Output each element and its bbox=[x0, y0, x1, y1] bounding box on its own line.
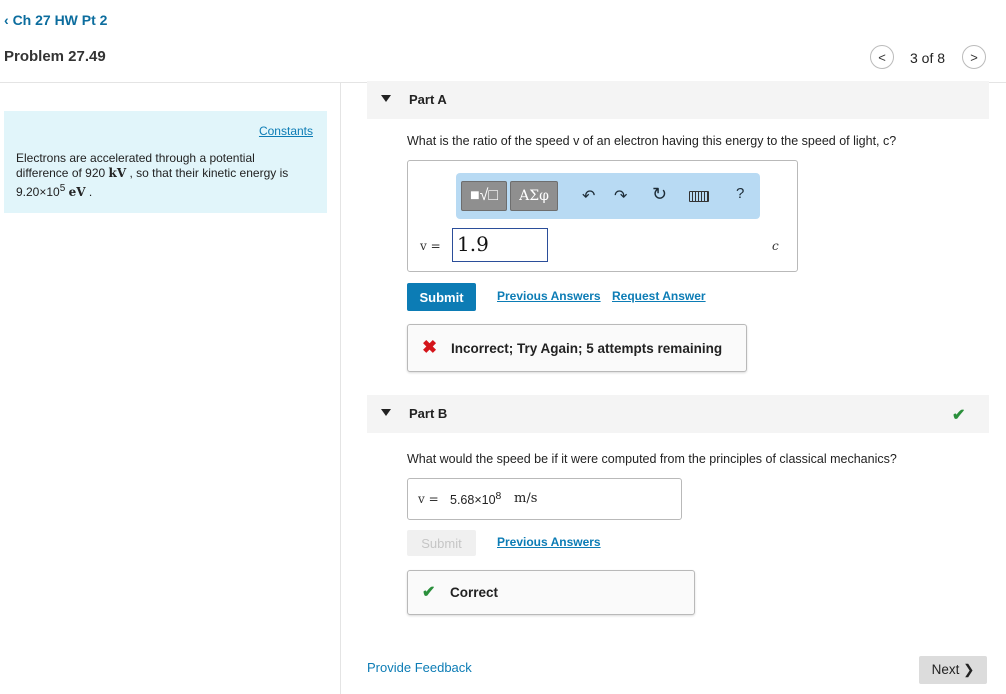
problem-title: Problem 27.49 bbox=[4, 48, 106, 65]
checkmark-icon: ✔ bbox=[422, 584, 436, 601]
undo-icon[interactable]: ↶ bbox=[582, 186, 595, 206]
answer-value: 5.68×108 bbox=[450, 491, 501, 507]
request-answer-link[interactable]: Request Answer bbox=[612, 289, 706, 303]
answer-exponent: 8 bbox=[495, 491, 502, 502]
chevron-right-icon: > bbox=[970, 49, 978, 65]
unit-label: m/s bbox=[514, 491, 538, 506]
submit-button[interactable]: Submit bbox=[407, 283, 476, 311]
keyboard-icon[interactable] bbox=[689, 191, 709, 202]
unit-label: c bbox=[772, 239, 779, 253]
greek-icon: ΑΣφ bbox=[519, 188, 549, 204]
provide-feedback-link[interactable]: Provide Feedback bbox=[367, 660, 472, 675]
incorrect-feedback: ✖ Incorrect; Try Again; 5 attempts remai… bbox=[407, 324, 747, 372]
divider bbox=[340, 83, 341, 694]
back-link-label: Ch 27 HW Pt 2 bbox=[12, 12, 108, 28]
chevron-left-icon: ‹ bbox=[4, 12, 9, 28]
constants-link[interactable]: Constants bbox=[259, 124, 313, 138]
part-b-header[interactable]: Part B bbox=[367, 395, 989, 433]
caret-down-icon bbox=[381, 409, 391, 416]
energy-exponent: 5 bbox=[59, 183, 66, 194]
part-b-question: What would the speed be if it were compu… bbox=[407, 452, 897, 466]
problem-text-line: difference of 920 bbox=[16, 166, 106, 180]
period: . bbox=[88, 185, 93, 199]
reset-icon[interactable]: ↻ bbox=[652, 184, 667, 205]
checkmark-icon: ✔ bbox=[952, 407, 966, 424]
part-b-answer-box: v = 5.68×108 m/s bbox=[407, 478, 682, 520]
part-b-title: Part B bbox=[409, 406, 448, 421]
problem-statement: Electrons are accelerated through a pote… bbox=[16, 151, 321, 200]
page-counter: 3 of 8 bbox=[910, 50, 946, 66]
unit-kv: kV bbox=[108, 166, 127, 180]
redo-icon[interactable]: ↷ bbox=[614, 186, 627, 206]
submit-button-disabled: Submit bbox=[407, 530, 476, 556]
previous-problem-button[interactable]: < bbox=[870, 45, 894, 69]
feedback-text: Correct bbox=[450, 585, 499, 600]
part-a-title: Part A bbox=[409, 92, 447, 107]
answer-input[interactable]: 1.9 bbox=[452, 228, 548, 262]
templates-button[interactable]: ■√□ bbox=[461, 181, 507, 211]
part-a-header[interactable]: Part A bbox=[367, 81, 989, 119]
variable-label: v = bbox=[418, 492, 439, 506]
back-link[interactable]: ‹ Ch 27 HW Pt 2 bbox=[4, 12, 107, 28]
math-toolbar: ■√□ ΑΣφ ↶ ↷ ↻ ? bbox=[456, 173, 760, 219]
constants-panel: Constants Electrons are accelerated thro… bbox=[4, 111, 327, 213]
templates-icon: ■√□ bbox=[469, 187, 499, 204]
part-a-answer-box: ■√□ ΑΣφ ↶ ↷ ↻ ? v = 1.9 c bbox=[407, 160, 798, 272]
next-problem-button[interactable]: > bbox=[962, 45, 986, 69]
problem-text-line: , so that their kinetic energy is bbox=[129, 166, 289, 180]
previous-answers-link[interactable]: Previous Answers bbox=[497, 289, 601, 303]
variable-label: v = bbox=[420, 239, 441, 253]
problem-text-line: Electrons are accelerated through a pote… bbox=[16, 151, 255, 165]
previous-answers-link[interactable]: Previous Answers bbox=[497, 535, 601, 549]
greek-symbols-button[interactable]: ΑΣφ bbox=[510, 181, 558, 211]
answer-mantissa: 5.68×10 bbox=[450, 493, 496, 508]
chevron-left-icon: < bbox=[878, 49, 886, 65]
help-icon[interactable]: ? bbox=[736, 185, 744, 202]
correct-feedback: ✔ Correct bbox=[407, 570, 695, 615]
caret-down-icon bbox=[381, 95, 391, 102]
x-mark-icon: ✖ bbox=[422, 337, 438, 357]
unit-ev: eV bbox=[68, 185, 86, 199]
part-a-question: What is the ratio of the speed v of an e… bbox=[407, 134, 897, 148]
feedback-text: Incorrect; Try Again; 5 attempts remaini… bbox=[451, 341, 723, 356]
energy-value: 9.20×10 bbox=[16, 185, 60, 199]
next-button[interactable]: Next ❯ bbox=[919, 656, 987, 684]
